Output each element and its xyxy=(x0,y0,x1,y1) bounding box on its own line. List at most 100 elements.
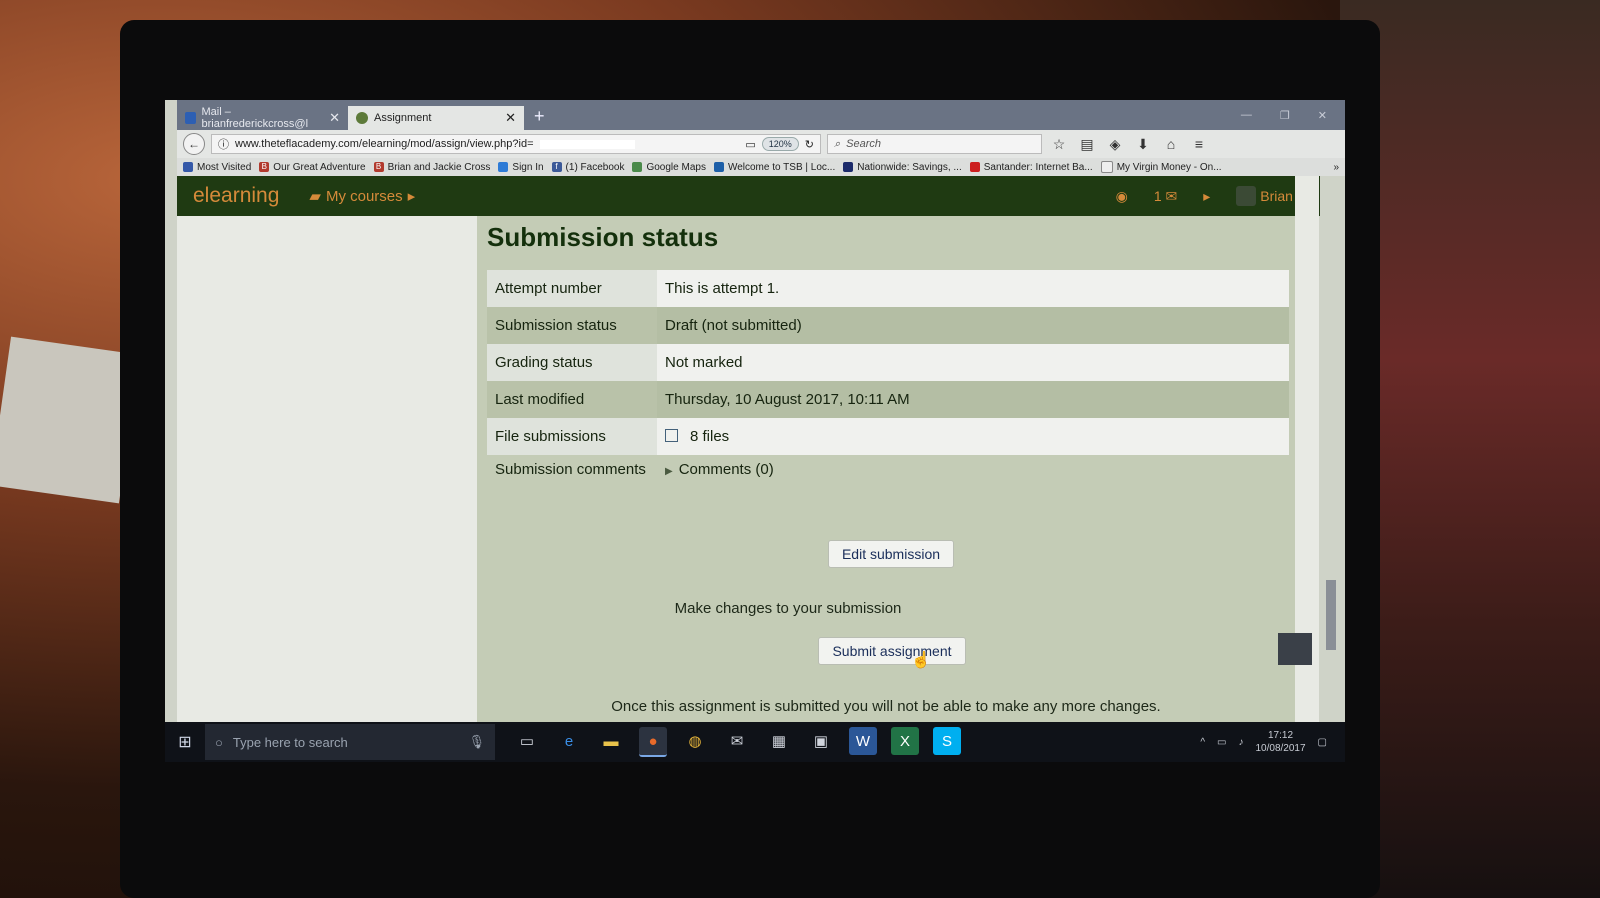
caret-right-icon: ▶ xyxy=(665,466,673,477)
calendar-icon[interactable]: ▦ xyxy=(765,727,793,755)
expand-files-icon[interactable] xyxy=(665,429,678,442)
close-window-icon[interactable]: ✕ xyxy=(1318,109,1327,122)
row-label: Submission comments xyxy=(495,461,646,478)
row-label: File submissions xyxy=(487,418,657,455)
table-row: File submissions 8 files xyxy=(487,418,1289,455)
clock[interactable]: 17:12 10/08/2017 xyxy=(1255,729,1305,755)
close-icon[interactable]: ✕ xyxy=(505,110,516,126)
bookmark-item[interactable]: Google Maps xyxy=(632,162,706,173)
table-row: Submission status Draft (not submitted) xyxy=(487,307,1289,344)
edit-submission-button[interactable]: Edit submission xyxy=(828,540,954,568)
moodle-icon xyxy=(356,112,368,124)
mail-icon[interactable]: ✉ xyxy=(723,727,751,755)
clock-time: 17:12 xyxy=(1268,730,1294,741)
chevron-up-icon[interactable]: ^ xyxy=(1200,737,1205,748)
briefcase-icon: ▰ xyxy=(309,188,321,205)
dark-square-widget[interactable] xyxy=(1278,633,1312,665)
submission-status-table: Attempt number This is attempt 1. Submis… xyxy=(487,270,1289,513)
bookmark-item[interactable]: B Our Great Adventure xyxy=(259,162,366,173)
bookmark-item[interactable]: Nationwide: Savings, ... xyxy=(843,162,962,173)
tab-mail[interactable]: Mail – brianfrederickcross@l ✕ xyxy=(177,106,348,130)
page-title: Submission status xyxy=(487,222,719,252)
back-arrow-icon[interactable]: ← xyxy=(183,133,205,155)
bookmark-item[interactable]: Most Visited xyxy=(183,162,251,173)
clipboard-icon[interactable]: ▤ xyxy=(1076,136,1098,153)
file-submissions-link[interactable]: 8 files xyxy=(657,418,1289,455)
home-icon[interactable]: ⌂ xyxy=(1160,136,1182,152)
notification-icon[interactable]: ◉ xyxy=(1116,188,1128,205)
close-icon[interactable]: ✕ xyxy=(329,110,340,126)
firefox-icon[interactable]: ● xyxy=(639,727,667,757)
maps-icon xyxy=(632,162,643,172)
row-value: Draft (not submitted) xyxy=(657,307,1289,344)
santander-icon xyxy=(969,162,980,172)
my-courses-menu[interactable]: ▰ My courses ▸ xyxy=(309,187,416,206)
edge-icon[interactable]: e xyxy=(555,727,583,755)
taskbar-search-placeholder: Type here to search xyxy=(232,734,348,750)
windows-start-icon[interactable]: ⊞ xyxy=(165,732,205,752)
table-row: Last modified Thursday, 10 August 2017, … xyxy=(487,381,1289,418)
header-right: ◉ 1 ✉ ▸ Brian ▸ xyxy=(1116,186,1304,206)
row-value: Comments (0) xyxy=(678,461,774,478)
pocket-icon[interactable]: ◈ xyxy=(1104,136,1126,153)
cortana-icon: ○ xyxy=(215,734,223,750)
user-name: Brian xyxy=(1260,188,1293,204)
task-view-icon[interactable]: ▭ xyxy=(513,727,541,755)
microphone-icon[interactable]: 🎙 xyxy=(468,734,485,750)
new-tab-button[interactable]: + xyxy=(524,106,555,130)
caret-right-icon: ▸ xyxy=(407,188,416,205)
scrollbar-thumb[interactable] xyxy=(1326,580,1336,650)
bookmark-item[interactable]: Santander: Internet Ba... xyxy=(969,162,1093,173)
background-newspaper xyxy=(0,336,140,504)
action-center-icon[interactable]: ▢ xyxy=(1318,737,1327,748)
chrome-icon[interactable]: ◍ xyxy=(681,727,709,755)
bookmark-item[interactable]: f (1) Facebook xyxy=(551,162,624,173)
navigation-bar: ← ⓘ www.theteflacademy.com/elearning/mod… xyxy=(177,130,1345,158)
battery-icon[interactable]: ▭ xyxy=(1217,737,1226,748)
download-icon[interactable]: ⬇ xyxy=(1132,136,1154,153)
row-label: Submission status xyxy=(487,307,657,344)
overflow-chevron-icon[interactable]: » xyxy=(1333,162,1339,173)
bookmark-item[interactable]: Welcome to TSB | Loc... xyxy=(713,162,835,173)
search-placeholder: Search xyxy=(846,138,882,150)
menu-icon[interactable]: ≡ xyxy=(1188,136,1210,152)
word-icon[interactable]: W xyxy=(849,727,877,755)
comments-toggle[interactable]: ▶ Comments (0) xyxy=(657,455,1289,513)
url-bar[interactable]: ⓘ www.theteflacademy.com/elearning/mod/a… xyxy=(211,134,821,154)
system-tray: ^ ▭ ♪ 17:12 10/08/2017 ▢ xyxy=(1200,729,1345,755)
user-menu[interactable]: Brian ▸ xyxy=(1236,186,1304,206)
minimize-icon[interactable]: — xyxy=(1241,109,1252,122)
site-brand-link[interactable]: elearning xyxy=(193,184,279,208)
bookmark-item[interactable]: B Brian and Jackie Cross xyxy=(373,162,490,173)
bookmark-icon xyxy=(183,162,193,172)
caret-right-icon[interactable]: ▸ xyxy=(1203,188,1210,205)
row-label: Attempt number xyxy=(487,270,657,307)
mouse-cursor-icon: ☝ xyxy=(911,652,931,669)
reader-view-icon[interactable]: ▭ xyxy=(745,138,755,151)
store-icon[interactable]: ▣ xyxy=(807,727,835,755)
excel-icon[interactable]: X xyxy=(891,727,919,755)
skype-icon[interactable]: S xyxy=(933,727,961,755)
bookmark-star-icon[interactable]: ☆ xyxy=(1048,136,1070,153)
facebook-icon: f xyxy=(551,162,562,172)
search-input[interactable]: ⌕ Search xyxy=(827,134,1042,154)
info-icon[interactable]: ⓘ xyxy=(218,136,229,152)
bookmark-item[interactable]: Sign In xyxy=(498,162,544,173)
messages-button[interactable]: 1 ✉ xyxy=(1154,188,1177,205)
browser-tab-strip: Mail – brianfrederickcross@l ✕ Assignmen… xyxy=(177,100,1345,130)
outlook-icon xyxy=(185,112,196,124)
url-text: www.theteflacademy.com/elearning/mod/ass… xyxy=(235,138,534,150)
reload-icon[interactable]: ↻ xyxy=(805,138,814,151)
my-courses-label: My courses xyxy=(325,187,403,205)
window-controls: — ❐ ✕ xyxy=(1241,109,1345,130)
avatar xyxy=(1236,186,1257,206)
file-explorer-icon[interactable]: ▬ xyxy=(597,727,625,755)
zoom-level[interactable]: 120% xyxy=(761,137,799,151)
taskbar-search-input[interactable]: ○ Type here to search 🎙 xyxy=(205,724,495,760)
row-value: Not marked xyxy=(657,344,1289,381)
maximize-icon[interactable]: ❐ xyxy=(1280,109,1290,122)
submit-assignment-button[interactable]: Submit assignment xyxy=(818,637,966,665)
volume-icon[interactable]: ♪ xyxy=(1238,737,1243,748)
bookmark-item[interactable]: My Virgin Money - On... xyxy=(1100,161,1222,173)
tab-assignment[interactable]: Assignment ✕ xyxy=(348,106,524,130)
